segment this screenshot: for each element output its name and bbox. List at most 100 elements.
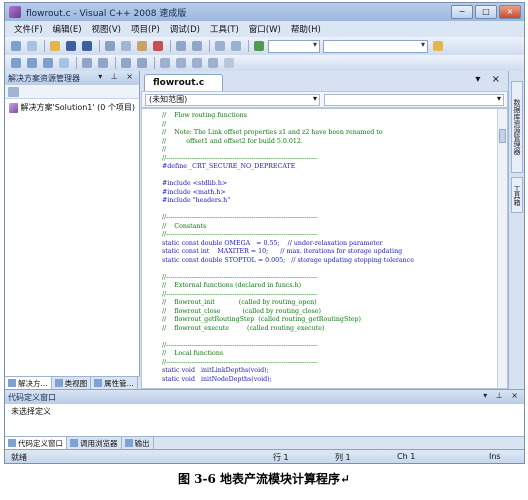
next-bookmark-icon[interactable]: [190, 57, 204, 70]
code-line[interactable]: [162, 333, 497, 342]
code-line[interactable]: //--------------------------------------…: [162, 214, 497, 223]
code-line[interactable]: [162, 265, 497, 274]
tab-property-manager[interactable]: 属性管...: [91, 377, 138, 389]
code-line[interactable]: #include <stdlib.h>: [162, 180, 497, 189]
tab-toolbox[interactable]: 工具箱: [511, 177, 523, 213]
tab-flowrout-c[interactable]: flowrout.c: [144, 74, 224, 91]
find-in-files-icon[interactable]: [431, 40, 445, 53]
add-item-icon[interactable]: [25, 40, 39, 53]
complete-word-icon[interactable]: [57, 57, 71, 70]
comment-lines-icon[interactable]: [119, 57, 133, 70]
code-line[interactable]: static void initNodeDepths(void);: [162, 376, 497, 385]
paste-icon[interactable]: [135, 40, 149, 53]
code-line[interactable]: //--------------------------------------…: [162, 291, 497, 300]
cut-icon[interactable]: [103, 40, 117, 53]
tab-call-browser[interactable]: 调用浏览器: [67, 437, 122, 449]
code-line[interactable]: // Note: The Link offset properties z1 a…: [162, 129, 497, 138]
code-line[interactable]: // Local functions: [162, 350, 497, 359]
tab-solution-explorer[interactable]: 解决方...: [5, 377, 52, 389]
undo-icon[interactable]: [174, 40, 188, 53]
code-line[interactable]: //--------------------------------------…: [162, 155, 497, 164]
code-text[interactable]: // Flow routing functions//// Note: The …: [162, 112, 497, 384]
member-list-icon[interactable]: [9, 57, 23, 70]
code-line[interactable]: [162, 206, 497, 215]
tab-database-explorer[interactable]: 数据库资源管理器: [511, 81, 523, 173]
code-line[interactable]: // Flow routing functions: [162, 112, 497, 121]
code-line[interactable]: static const double OMEGA = 0.55; // und…: [162, 240, 497, 249]
menu-debug[interactable]: 调试(D): [165, 23, 205, 35]
code-line[interactable]: // Constants: [162, 223, 497, 232]
navigate-back-icon[interactable]: [213, 40, 227, 53]
ide-window: flowrout.c - Visual C++ 2008 速成版 − □ × 文…: [4, 2, 525, 464]
code-line[interactable]: //--------------------------------------…: [162, 231, 497, 240]
title-bar[interactable]: flowrout.c - Visual C++ 2008 速成版 − □ ×: [5, 3, 524, 21]
previous-bookmark-icon[interactable]: [174, 57, 188, 70]
code-definition-header[interactable]: 代码定义窗口 ▾ ⊥ ×: [5, 390, 524, 404]
maximize-button[interactable]: □: [475, 5, 497, 19]
minimize-button[interactable]: −: [451, 5, 473, 19]
code-line[interactable]: //--------------------------------------…: [162, 342, 497, 351]
code-line[interactable]: static void initLinkDepths(void);: [162, 367, 497, 376]
save-all-icon[interactable]: [80, 40, 94, 53]
increase-indent-icon[interactable]: [96, 57, 110, 70]
panel-controls[interactable]: ▾ ⊥ ×: [98, 72, 136, 81]
properties-icon[interactable]: [8, 86, 19, 97]
copy-icon[interactable]: [119, 40, 133, 53]
parameter-info-icon[interactable]: [25, 57, 39, 70]
scope-dropdown[interactable]: (未知范围): [145, 93, 320, 106]
toggle-bookmark-icon[interactable]: [158, 57, 172, 70]
tree-item-solution[interactable]: 解决方案'Solution1' (0 个项目): [5, 99, 139, 116]
code-line[interactable]: // flowrout_close (called by routing_clo…: [162, 308, 497, 317]
open-file-icon[interactable]: [48, 40, 62, 53]
toolbar-options-icon[interactable]: [222, 57, 236, 70]
solution-icon: [9, 102, 18, 113]
tab-class-view[interactable]: 类视图: [52, 377, 92, 389]
panel-controls[interactable]: ▾ ⊥ ×: [483, 391, 521, 400]
tab-output[interactable]: 输出: [122, 437, 154, 449]
code-line[interactable]: [162, 172, 497, 181]
code-line[interactable]: // flowrout_init (called by routing_open…: [162, 299, 497, 308]
code-line[interactable]: // flowrout_execute (called routing_exec…: [162, 325, 497, 334]
solution-explorer-header[interactable]: 解决方案资源管理器 ▾ ⊥ ×: [5, 71, 139, 85]
code-line[interactable]: static const int MAXITER = 10; // max. i…: [162, 248, 497, 257]
clear-bookmarks-icon[interactable]: [206, 57, 220, 70]
code-line[interactable]: // offset1 and offset2 for build 5.0.012…: [162, 138, 497, 147]
quick-info-icon[interactable]: [41, 57, 55, 70]
vertical-scrollbar[interactable]: [497, 109, 507, 388]
close-button[interactable]: ×: [499, 5, 521, 19]
menu-help[interactable]: 帮助(H): [286, 23, 326, 35]
start-debug-icon[interactable]: [252, 40, 266, 53]
output-icon: [124, 439, 133, 447]
navigate-forward-icon[interactable]: [229, 40, 243, 53]
code-line[interactable]: // External functions (declared in funcs…: [162, 282, 497, 291]
scrollbar-thumb[interactable]: [499, 129, 506, 143]
config-dropdown[interactable]: [268, 39, 320, 53]
code-line[interactable]: //--------------------------------------…: [162, 274, 497, 283]
menu-tools[interactable]: 工具(T): [205, 23, 244, 35]
code-line[interactable]: #define _CRT_SECURE_NO_DEPRECATE: [162, 163, 497, 172]
code-line[interactable]: //: [162, 146, 497, 155]
code-line[interactable]: //--------------------------------------…: [162, 359, 497, 368]
code-line[interactable]: #include <math.h>: [162, 189, 497, 198]
code-line[interactable]: //: [162, 121, 497, 130]
uncomment-lines-icon[interactable]: [135, 57, 149, 70]
menu-project[interactable]: 项目(P): [126, 23, 165, 35]
code-editor[interactable]: // Flow routing functions//// Note: The …: [141, 108, 508, 389]
tab-code-definition[interactable]: 代码定义窗口: [5, 437, 67, 449]
code-line[interactable]: #include "headers.h": [162, 197, 497, 206]
menu-edit[interactable]: 编辑(E): [48, 23, 87, 35]
redo-icon[interactable]: [190, 40, 204, 53]
code-line[interactable]: static const double STOPTOL = 0.005; // …: [162, 257, 497, 266]
delete-icon[interactable]: [151, 40, 165, 53]
menu-file[interactable]: 文件(F): [9, 23, 48, 35]
document-tab-controls[interactable]: ▾ ×: [475, 74, 504, 85]
platform-dropdown[interactable]: [323, 39, 428, 53]
menu-window[interactable]: 窗口(W): [244, 23, 286, 35]
menu-view[interactable]: 视图(V): [87, 23, 126, 35]
new-project-icon[interactable]: [9, 40, 23, 53]
decrease-indent-icon[interactable]: [80, 57, 94, 70]
member-dropdown[interactable]: [324, 93, 504, 106]
navigation-bar: (未知范围): [141, 91, 508, 108]
code-line[interactable]: // flowrout_getRoutingStep (called routi…: [162, 316, 497, 325]
save-icon[interactable]: [64, 40, 78, 53]
